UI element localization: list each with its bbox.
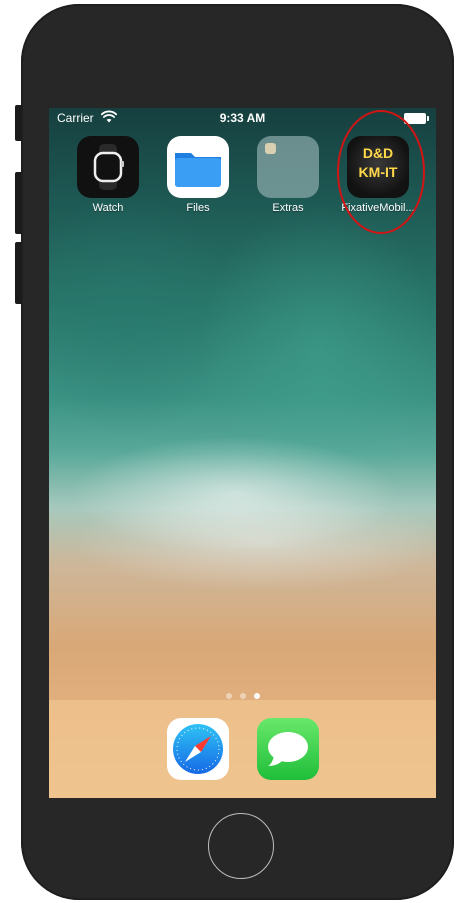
safari-icon[interactable] [167,718,229,780]
app-label: Files [186,202,210,214]
app-label: Watch [92,202,124,214]
extras-folder-icon [257,136,319,198]
page-dot [225,693,232,699]
dock [49,700,436,798]
highlight-circle [337,110,425,234]
home-button[interactable] [208,813,274,879]
app-watch[interactable]: Watch [68,136,148,214]
watch-icon [77,136,139,198]
messages-icon[interactable] [257,718,319,780]
folder-extras[interactable]: Extras [248,136,328,214]
page-dot [239,693,246,699]
files-folder-icon [167,136,229,198]
page-dot-active [253,693,260,699]
app-label: Extras [272,202,304,214]
app-files[interactable]: Files [158,136,238,214]
